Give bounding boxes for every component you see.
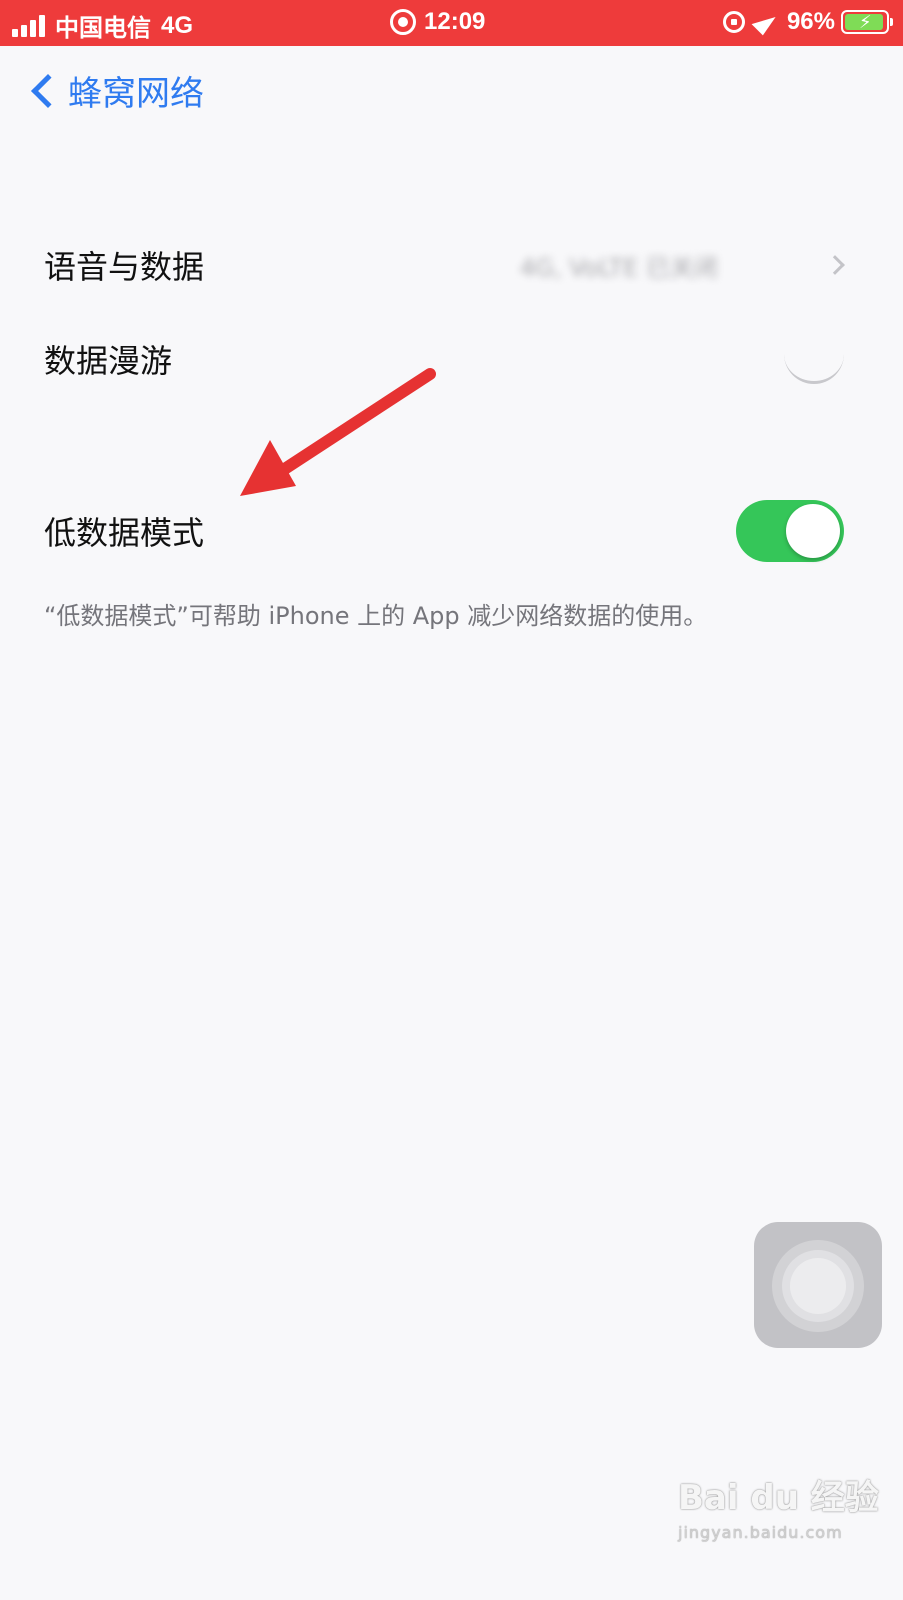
baidu-watermark: Bai du 经验 jingyan.baidu.com [678, 1470, 879, 1542]
location-icon [751, 8, 779, 36]
signal-icon [12, 14, 45, 37]
data-roaming-label: 数据漫游 [44, 342, 173, 380]
status-bar: 中国电信 4G 12:09 96% ⚡ [0, 0, 903, 46]
voice-data-label: 语音与数据 [44, 248, 205, 286]
arrow-shaft [274, 368, 436, 478]
status-time: 12:09 [424, 8, 486, 35]
network-type: 4G [161, 11, 194, 39]
assistive-touch-core [790, 1258, 846, 1314]
low-data-mode-label: 低数据模式 [44, 514, 205, 552]
watermark-sub: jingyan.baidu.com [678, 1523, 843, 1542]
battery-percent: 96% [786, 8, 835, 35]
back-button[interactable]: 蜂窝网络 [24, 66, 204, 115]
carrier-name: 中国电信 [55, 15, 151, 42]
status-right: 96% ⚡ [722, 8, 893, 36]
voice-data-value: 4G, VoLTE 已关闭 [520, 253, 718, 282]
annotation-arrow-icon [240, 368, 436, 496]
voice-data-row[interactable]: 语音与数据 4G, VoLTE 已关闭 [44, 240, 845, 290]
screen-record-icon [390, 9, 416, 35]
assistive-touch-button[interactable] [754, 1222, 882, 1348]
battery-icon: ⚡ [841, 10, 893, 34]
chevron-left-icon [31, 73, 65, 108]
low-data-mode-toggle[interactable] [736, 500, 844, 562]
data-roaming-toggle[interactable] [784, 348, 844, 384]
toggle-knob [786, 504, 840, 558]
back-label: 蜂窝网络 [68, 74, 204, 114]
low-data-mode-footnote: “低数据模式”可帮助 iPhone 上的 App 减少网络数据的使用。 [44, 602, 708, 630]
charging-bolt-icon: ⚡ [859, 12, 872, 32]
status-left: 中国电信 4G [12, 8, 193, 43]
chevron-right-icon [825, 255, 845, 275]
status-center: 12:09 [390, 8, 485, 36]
watermark-main: Bai du 经验 [678, 1478, 879, 1518]
rotation-lock-icon [722, 11, 745, 33]
